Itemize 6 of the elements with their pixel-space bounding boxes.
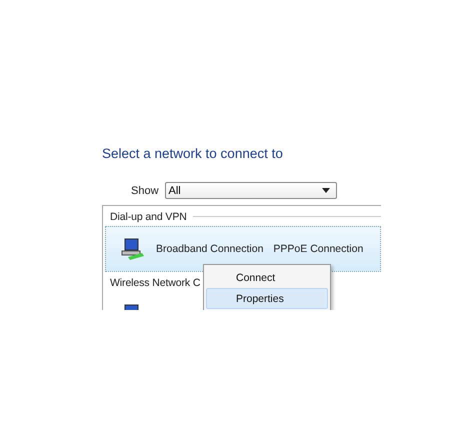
show-label: Show — [131, 184, 159, 196]
connection-type: PPPoE Connection — [273, 243, 364, 255]
connection-name: Broadband Connection — [156, 243, 264, 255]
group-title: Wireless Network C — [110, 276, 200, 288]
page-heading: Select a network to connect to — [102, 146, 284, 163]
group-title: Dial-up and VPN — [110, 210, 187, 222]
